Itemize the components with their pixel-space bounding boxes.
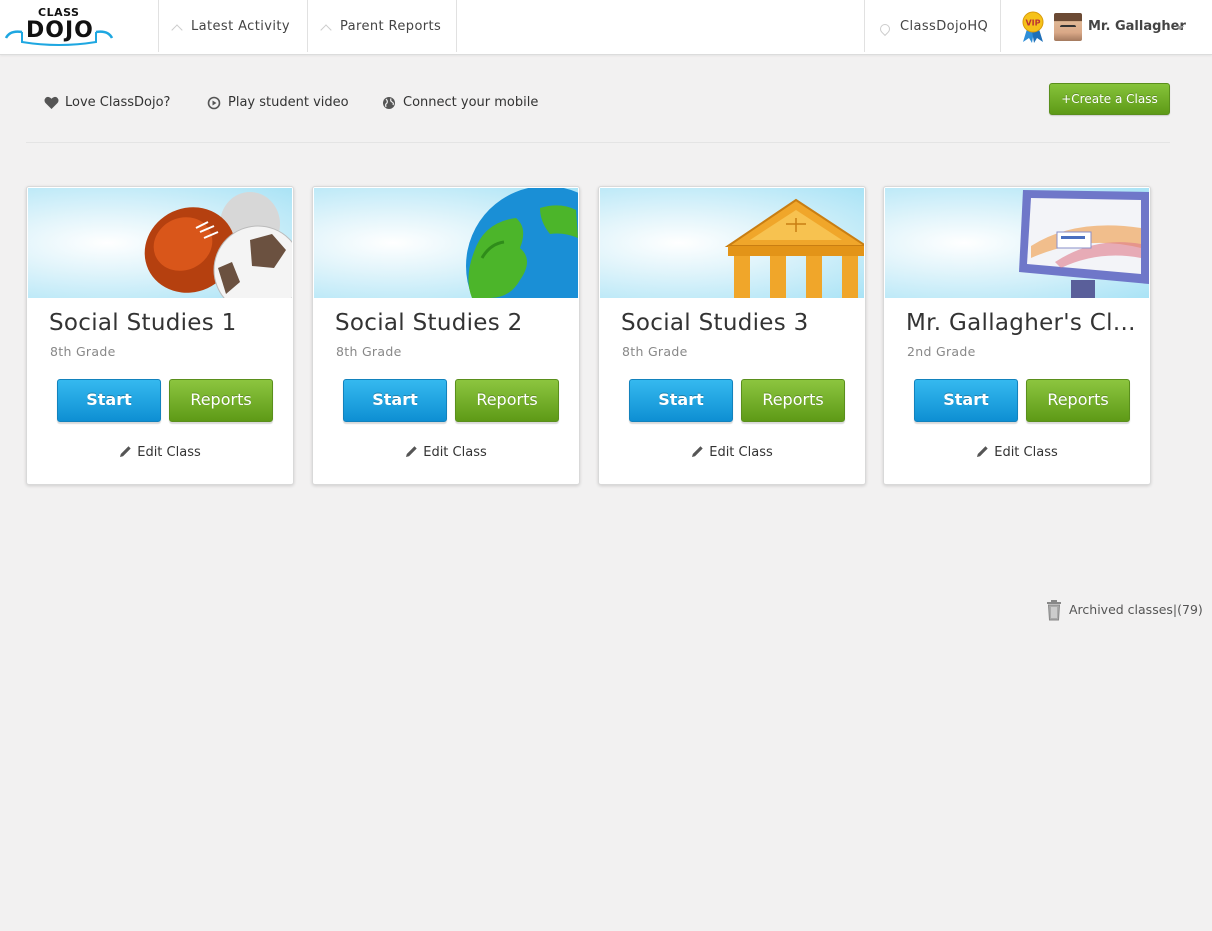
archived-classes-label: Archived classes|(79) bbox=[1069, 602, 1203, 617]
play-student-video-label: Play student video bbox=[228, 95, 349, 110]
nav-latest-activity-label: Latest Activity bbox=[191, 19, 290, 34]
reports-button[interactable]: Reports bbox=[169, 379, 273, 422]
connect-mobile-link[interactable]: Connect your mobile bbox=[382, 94, 542, 112]
class-banner-sports bbox=[28, 188, 292, 298]
class-grade: 8th Grade bbox=[50, 344, 116, 359]
class-grade: 8th Grade bbox=[336, 344, 402, 359]
start-button[interactable]: Start bbox=[629, 379, 733, 422]
location-pin-icon bbox=[877, 21, 893, 37]
start-button[interactable]: Start bbox=[914, 379, 1018, 422]
edit-class-label: Edit Class bbox=[994, 445, 1058, 460]
classdojo-logo[interactable]: CLASS DOJO bbox=[4, 4, 114, 46]
nav-parent-reports-label: Parent Reports bbox=[340, 19, 442, 34]
nav-separator bbox=[158, 0, 159, 52]
computer-monitor-icon bbox=[1019, 190, 1149, 298]
vip-ribbon-icon: VIP bbox=[1022, 11, 1044, 43]
start-button[interactable]: Start bbox=[57, 379, 161, 422]
connect-mobile-label: Connect your mobile bbox=[403, 95, 539, 110]
nav-separator bbox=[864, 0, 865, 52]
class-grade: 8th Grade bbox=[622, 344, 688, 359]
reports-button[interactable]: Reports bbox=[455, 379, 559, 422]
edit-class-link[interactable]: Edit Class bbox=[599, 443, 865, 460]
chevron-up-icon bbox=[320, 24, 332, 36]
pencil-icon bbox=[692, 446, 703, 457]
avatar[interactable] bbox=[1054, 13, 1082, 41]
nav-separator bbox=[1000, 0, 1001, 52]
class-card: Social Studies 1 8th Grade Start Reports… bbox=[26, 186, 294, 485]
archived-classes-link[interactable]: Archived classes|(79) bbox=[1045, 599, 1203, 621]
edit-class-label: Edit Class bbox=[423, 445, 487, 460]
nav-parent-reports[interactable]: Parent Reports bbox=[320, 0, 442, 54]
class-card: Mr. Gallagher's Cl... 2nd Grade Start Re… bbox=[883, 186, 1151, 485]
top-nav-bar: CLASS DOJO Latest Activity Parent Report… bbox=[0, 0, 1212, 55]
sports-balls-icon bbox=[144, 192, 292, 298]
reports-button[interactable]: Reports bbox=[741, 379, 845, 422]
edit-class-link[interactable]: Edit Class bbox=[313, 443, 579, 460]
logo-dojo-text: DOJO bbox=[26, 18, 94, 43]
class-title[interactable]: Mr. Gallagher's Cl... bbox=[906, 310, 1138, 336]
edit-class-label: Edit Class bbox=[137, 445, 201, 460]
nav-latest-activity[interactable]: Latest Activity bbox=[171, 0, 290, 54]
nav-separator bbox=[307, 0, 308, 52]
class-card: Social Studies 3 8th Grade Start Reports… bbox=[598, 186, 866, 485]
create-class-button[interactable]: +Create a Class bbox=[1049, 83, 1170, 115]
class-title[interactable]: Social Studies 2 bbox=[335, 310, 567, 336]
play-student-video-link[interactable]: Play student video bbox=[207, 94, 349, 112]
class-banner-courthouse bbox=[600, 188, 864, 298]
chevron-up-icon bbox=[171, 24, 183, 36]
edit-class-link[interactable]: Edit Class bbox=[884, 443, 1150, 460]
class-title[interactable]: Social Studies 3 bbox=[621, 310, 853, 336]
user-menu-name[interactable]: Mr. Gallagher bbox=[1088, 0, 1186, 54]
section-divider bbox=[26, 142, 1170, 143]
vip-label: VIP bbox=[1025, 19, 1040, 28]
love-classdojo-link[interactable]: Love ClassDojo? bbox=[44, 94, 174, 112]
class-grade: 2nd Grade bbox=[907, 344, 976, 359]
heart-icon bbox=[44, 96, 59, 109]
pencil-icon bbox=[977, 446, 988, 457]
trash-icon bbox=[1047, 600, 1061, 621]
edit-class-label: Edit Class bbox=[709, 445, 773, 460]
chevron-down-icon[interactable] bbox=[1176, 26, 1184, 30]
pencil-icon bbox=[406, 446, 417, 457]
reports-button[interactable]: Reports bbox=[1026, 379, 1130, 422]
start-button[interactable]: Start bbox=[343, 379, 447, 422]
love-classdojo-label: Love ClassDojo? bbox=[65, 95, 171, 110]
globe-illustration-icon bbox=[466, 188, 578, 298]
globe-icon bbox=[383, 97, 395, 109]
nav-separator bbox=[456, 0, 457, 52]
class-banner-globe bbox=[314, 188, 578, 298]
nav-classdojo-hq[interactable]: ClassDojoHQ bbox=[877, 0, 989, 54]
nav-classdojo-hq-label: ClassDojoHQ bbox=[900, 19, 989, 34]
pencil-icon bbox=[120, 446, 131, 457]
courthouse-icon bbox=[724, 198, 864, 298]
class-banner-computer bbox=[885, 188, 1149, 298]
edit-class-link[interactable]: Edit Class bbox=[27, 443, 293, 460]
play-circle-icon bbox=[207, 96, 221, 110]
class-title[interactable]: Social Studies 1 bbox=[49, 310, 281, 336]
class-card: Social Studies 2 8th Grade Start Reports… bbox=[312, 186, 580, 485]
